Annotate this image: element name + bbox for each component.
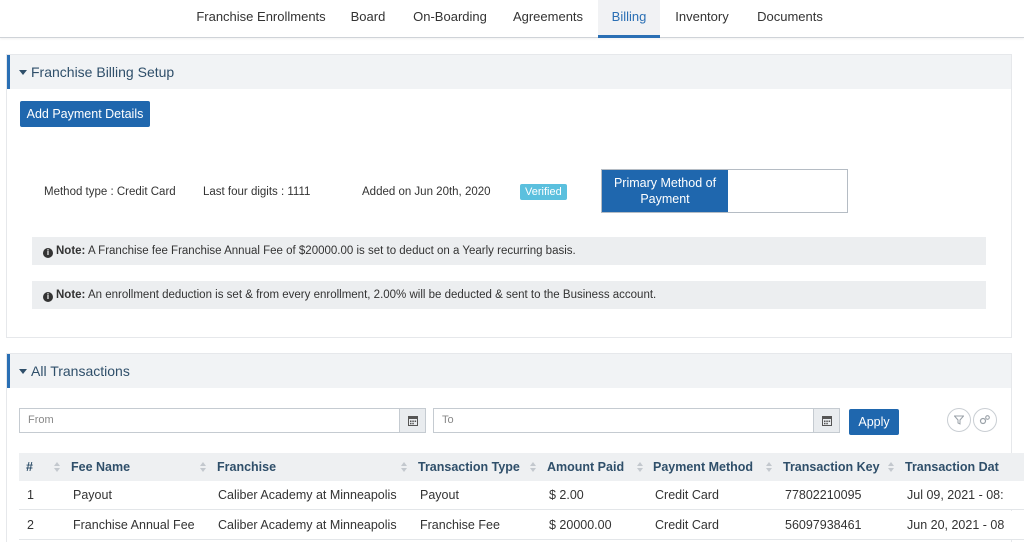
cell-transaction-key: 56097938461 bbox=[785, 518, 862, 532]
col-header-transaction-type[interactable]: Transaction Type bbox=[418, 453, 520, 481]
col-header-amount-paid[interactable]: Amount Paid bbox=[547, 453, 624, 481]
billing-setup-title: Franchise Billing Setup bbox=[31, 64, 175, 80]
tab-agreements[interactable]: Agreements bbox=[506, 0, 590, 38]
to-calendar-button[interactable] bbox=[814, 408, 840, 433]
cell-franchise: Caliber Academy at Minneapolis bbox=[218, 518, 397, 532]
calendar-icon bbox=[408, 416, 418, 426]
filter-button[interactable] bbox=[947, 408, 971, 432]
sort-icon[interactable] bbox=[401, 462, 407, 472]
tab-inventory[interactable]: Inventory bbox=[668, 0, 736, 38]
sort-icon[interactable] bbox=[637, 462, 643, 472]
column-settings-button[interactable] bbox=[973, 408, 997, 432]
add-payment-details-button[interactable]: Add Payment Details bbox=[20, 101, 150, 127]
cell-number: 2 bbox=[27, 518, 34, 532]
sort-icon[interactable] bbox=[200, 462, 206, 472]
billing-setup-header[interactable]: Franchise Billing Setup bbox=[7, 55, 1011, 89]
col-header-number[interactable]: # bbox=[26, 453, 33, 481]
table-row: 2 Franchise Annual Fee Caliber Academy a… bbox=[19, 511, 1024, 540]
col-header-franchise[interactable]: Franchise bbox=[217, 453, 276, 481]
cell-transaction-date: Jul 09, 2021 - 08: bbox=[907, 488, 1004, 502]
calendar-icon bbox=[822, 416, 832, 426]
cell-amount-paid: $ 20000.00 bbox=[549, 518, 612, 532]
tab-franchise-enrollments[interactable]: Franchise Enrollments bbox=[190, 0, 332, 38]
note-annual-fee: i Note: A Franchise fee Franchise Annual … bbox=[32, 237, 986, 265]
collapse-caret-icon[interactable] bbox=[19, 368, 27, 374]
cell-amount-paid: $ 2.00 bbox=[549, 488, 584, 502]
method-type: Method type : Credit Card bbox=[44, 186, 176, 198]
sort-icon[interactable] bbox=[54, 462, 60, 472]
cell-transaction-date: Jun 20, 2021 - 08 bbox=[907, 518, 1005, 532]
transactions-table-header: # Fee Name Franchise Transaction Type Am… bbox=[19, 453, 1024, 481]
col-header-fee-name[interactable]: Fee Name bbox=[71, 453, 130, 481]
to-date-input[interactable]: To bbox=[433, 408, 814, 433]
col-header-transaction-date[interactable]: Transaction Dat bbox=[905, 453, 999, 481]
info-icon: i bbox=[43, 292, 53, 302]
filter-icon bbox=[954, 415, 964, 425]
sort-icon[interactable] bbox=[766, 462, 772, 472]
cell-fee-name: Franchise Annual Fee bbox=[73, 518, 195, 532]
cell-transaction-key: 77802210095 bbox=[785, 488, 862, 502]
tab-on-boarding[interactable]: On-Boarding bbox=[405, 0, 495, 38]
cell-transaction-type: Payout bbox=[420, 488, 459, 502]
last-four-digits: Last four digits : 1111 bbox=[203, 186, 311, 198]
transactions-header[interactable]: All Transactions bbox=[7, 354, 1011, 388]
note-enrollment-deduction: i Note: An enrollment deduction is set & … bbox=[32, 281, 986, 309]
added-date: Added on Jun 20th, 2020 bbox=[362, 186, 491, 198]
transactions-title: All Transactions bbox=[31, 363, 130, 379]
verified-badge: Verified bbox=[520, 184, 567, 200]
gears-icon bbox=[979, 415, 990, 425]
collapse-caret-icon[interactable] bbox=[19, 69, 27, 75]
tab-billing[interactable]: Billing bbox=[598, 0, 660, 38]
cell-number: 1 bbox=[27, 488, 34, 502]
primary-method-label: Primary Method of Payment bbox=[602, 170, 728, 212]
top-nav: Franchise Enrollments Board On-Boarding … bbox=[0, 0, 1024, 38]
col-header-payment-method[interactable]: Payment Method bbox=[653, 453, 753, 481]
sort-icon[interactable] bbox=[888, 462, 894, 472]
tab-board[interactable]: Board bbox=[340, 0, 396, 38]
col-header-transaction-key[interactable]: Transaction Key bbox=[783, 453, 880, 481]
from-date-input[interactable]: From bbox=[19, 408, 400, 433]
info-icon: i bbox=[43, 248, 53, 258]
tab-documents[interactable]: Documents bbox=[748, 0, 832, 38]
cell-franchise: Caliber Academy at Minneapolis bbox=[218, 488, 397, 502]
apply-button[interactable]: Apply bbox=[849, 409, 899, 435]
cell-payment-method: Credit Card bbox=[655, 488, 719, 502]
primary-method-toggle[interactable]: Primary Method of Payment bbox=[601, 169, 848, 213]
cell-fee-name: Payout bbox=[73, 488, 112, 502]
cell-payment-method: Credit Card bbox=[655, 518, 719, 532]
table-row: 1 Payout Caliber Academy at Minneapolis … bbox=[19, 481, 1024, 510]
sort-icon[interactable] bbox=[530, 462, 536, 472]
cell-transaction-type: Franchise Fee bbox=[420, 518, 500, 532]
from-calendar-button[interactable] bbox=[400, 408, 426, 433]
